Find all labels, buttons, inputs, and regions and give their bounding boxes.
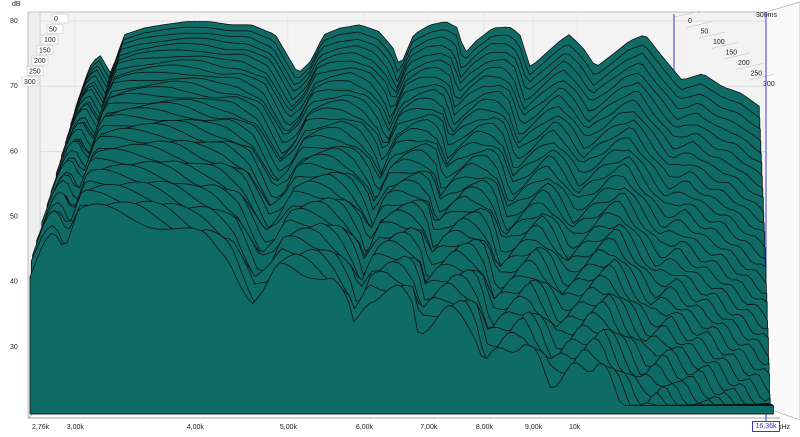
right-time-tick-label: 300: [763, 81, 775, 88]
x-tick-label: 10k: [569, 424, 581, 431]
right-side-wall: [765, 1, 800, 421]
y-tick-label: 30: [10, 344, 18, 351]
y-tick-label: 70: [10, 83, 18, 90]
x-tick-label: 9,00k: [525, 424, 543, 431]
x-tick-label: 2,76k: [32, 424, 50, 431]
left-time-tick-label: 250: [29, 69, 41, 76]
x-tick-label: 8,00k: [476, 424, 494, 431]
right-time-tick-label: 50: [701, 29, 709, 36]
y-tick-label: 80: [10, 18, 18, 25]
left-time-tick-label: 200: [34, 58, 46, 65]
left-time-tick-label: 150: [39, 48, 51, 55]
left-time-tick-label: 100: [44, 37, 56, 44]
left-time-tick-label: 50: [49, 27, 57, 34]
left-time-tick-label: 0: [54, 16, 58, 23]
y-tick-label: 60: [10, 148, 18, 155]
right-time-tick-label: 250: [751, 71, 763, 78]
x-tick-label: 5,00k: [280, 424, 298, 431]
right-time-tick-label: 200: [738, 60, 750, 67]
y-tick-label: 40: [10, 279, 18, 286]
right-time-tick-label: 0: [688, 18, 692, 25]
right-time-tick-label: 100: [713, 39, 725, 46]
y-tick-label: 50: [10, 214, 18, 221]
waterfall-svg: 304050607080 0501001502002503000501001502…: [10, 1, 800, 431]
y-unit-label: dB: [12, 1, 21, 8]
x-tick-label: 4,00k: [187, 424, 205, 431]
x-tick-label: 6,00k: [356, 424, 374, 431]
frequency-cursor-readout[interactable]: 16,36k: [752, 421, 780, 432]
waterfall-chart: 30 40 50 60 70 80 0 50 100 150 200 250 300 0 50 100 150 2…: [0, 0, 800, 432]
x-tick-label: 7,00k: [420, 424, 438, 431]
t-range-label: 300ms: [756, 12, 778, 19]
left-time-tick-label: 300: [24, 79, 36, 86]
x-tick-label: 3,00k: [67, 424, 85, 431]
right-time-tick-label: 150: [726, 50, 738, 57]
waterfall-slices: [29, 21, 774, 415]
